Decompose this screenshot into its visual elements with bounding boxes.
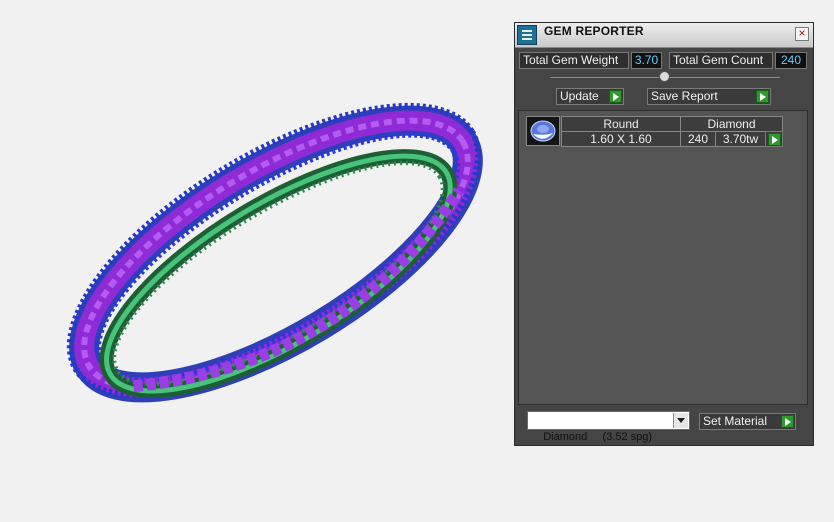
total-gem-count-label: Total Gem Count	[669, 52, 773, 69]
gem-list[interactable]: Round Diamond 1.60 X 1.60 240 3.70tw	[518, 110, 808, 405]
gem-size-cell: 1.60 X 1.60	[561, 131, 681, 147]
material-dropdown-value: Diamond (3.52 spg)	[543, 431, 653, 443]
play-icon	[609, 90, 622, 103]
chevron-down-icon[interactable]	[673, 413, 688, 428]
save-report-button[interactable]: Save Report	[647, 88, 771, 105]
total-gem-count-value: 240	[775, 52, 807, 69]
material-dropdown[interactable]: Diamond (3.52 spg)	[527, 411, 690, 443]
3d-viewport[interactable]	[0, 0, 514, 517]
set-material-label: Set Material	[703, 414, 768, 428]
gem-reporter-panel: GEM REPORTER × Total Gem Weight 3.70 Tot…	[514, 22, 814, 446]
total-gem-weight-label: Total Gem Weight	[519, 52, 629, 69]
play-icon	[781, 415, 794, 428]
panel-titlebar[interactable]: GEM REPORTER ×	[515, 23, 813, 48]
gem-row-action-button[interactable]	[765, 131, 783, 147]
slider-handle[interactable]	[659, 71, 670, 82]
shape-header: Round	[561, 116, 681, 132]
update-label: Update	[560, 89, 599, 103]
gem-weight-cell: 3.70tw	[715, 131, 766, 147]
save-report-label: Save Report	[651, 89, 718, 103]
panel-title: GEM REPORTER	[544, 24, 644, 38]
gem-reporter-icon	[517, 25, 537, 45]
material-header: Diamond	[680, 116, 783, 132]
total-gem-weight-value: 3.70	[631, 52, 662, 69]
ring-model[interactable]	[0, 0, 514, 517]
gem-count-cell: 240	[680, 131, 716, 147]
update-button[interactable]: Update	[556, 88, 624, 105]
play-icon	[756, 90, 769, 103]
round-gem-icon[interactable]	[526, 116, 560, 146]
play-icon	[768, 133, 781, 146]
close-icon[interactable]: ×	[795, 27, 809, 41]
set-material-button[interactable]: Set Material	[699, 413, 796, 430]
